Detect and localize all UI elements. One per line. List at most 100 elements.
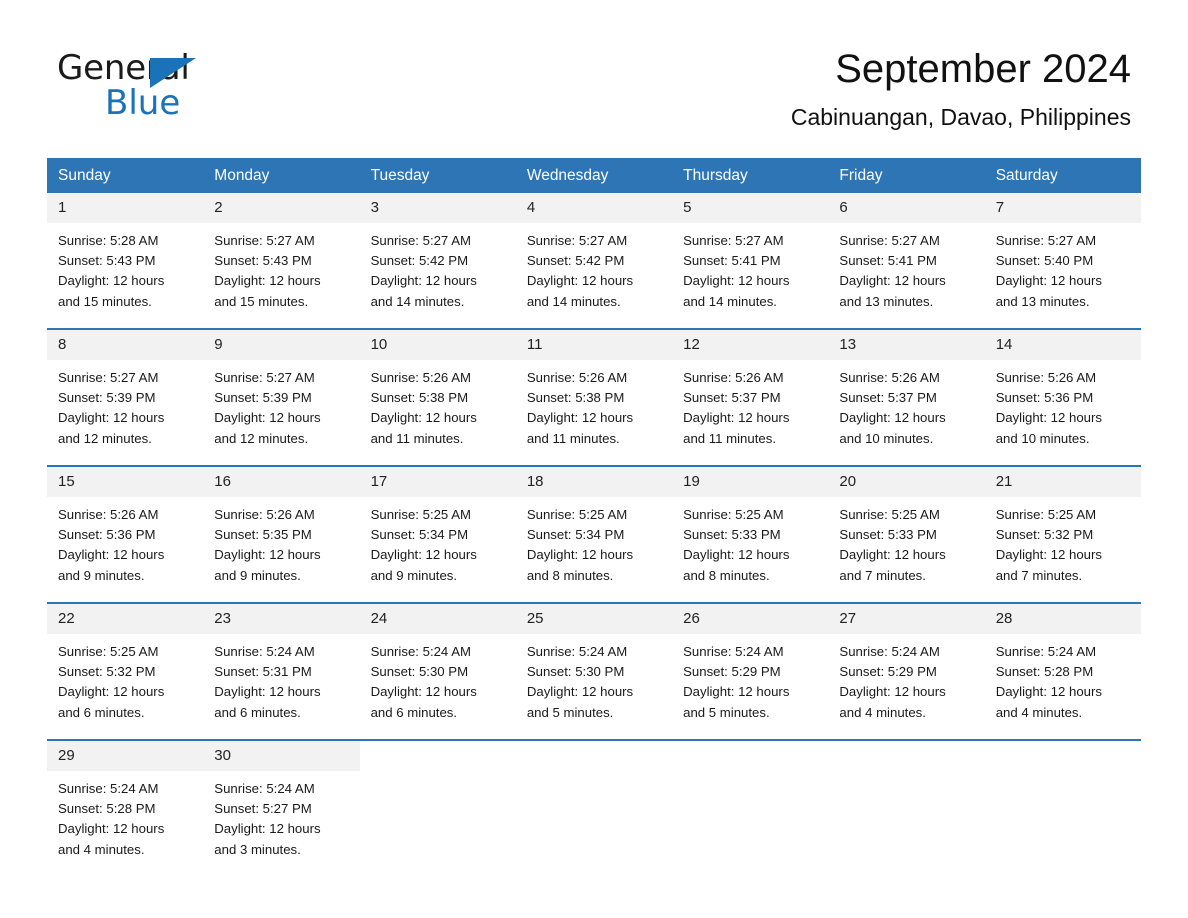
day-sun-info: Sunrise: 5:25 AM Sunset: 5:32 PM Daylight:…: [985, 497, 1141, 596]
day-number: 20: [828, 467, 985, 497]
day-number: 19: [672, 467, 829, 497]
sunrise-time: Sunrise: 5:27 AM: [995, 233, 1097, 248]
daylight-duration-line2: and 12 minutes.: [58, 430, 152, 446]
sunset-time: Sunset: 5:41 PM: [839, 253, 937, 269]
day-number: 1: [47, 193, 204, 223]
day-cell[interactable]: 23 Sunrise: 5:24 AM Sunset: 5:31 PM Dayligh…: [203, 604, 360, 739]
day-sun-info: Sunrise: 5:25 AM Sunset: 5:34 PM Daylight:…: [516, 497, 672, 596]
daylight-duration-line2: and 3 minutes.: [214, 841, 301, 857]
day-cell[interactable]: 18 Sunrise: 5:25 AM Sunset: 5:34 PM Dayligh…: [515, 467, 673, 602]
day-cell[interactable]: 10 Sunrise: 5:26 AM Sunset: 5:38 PM Dayligh…: [359, 330, 516, 465]
sunset-time: Sunset: 5:27 PM: [214, 801, 312, 817]
day-cell[interactable]: 21 Sunrise: 5:25 AM Sunset: 5:32 PM Dayligh…: [984, 467, 1141, 602]
sunset-time: Sunset: 5:42 PM: [370, 253, 469, 269]
daylight-duration-line1: Daylight: 12 hours: [839, 273, 946, 289]
sunrise-time: Sunrise: 5:27 AM: [526, 233, 628, 248]
day-cell[interactable]: 26 Sunrise: 5:24 AM Sunset: 5:29 PM Dayligh…: [672, 604, 829, 739]
day-cell[interactable]: 6 Sunrise: 5:27 AM Sunset: 5:41 PM Daylight…: [828, 193, 985, 328]
day-sun-info: Sunrise: 5:27 AM Sunset: 5:41 PM Daylight:…: [828, 223, 984, 322]
daylight-duration-line1: Daylight: 12 hours: [839, 410, 946, 426]
day-cell[interactable]: 11 Sunrise: 5:26 AM Sunset: 5:38 PM Dayligh…: [515, 330, 673, 465]
day-cell[interactable]: 16 Sunrise: 5:26 AM Sunset: 5:35 PM Dayligh…: [203, 467, 360, 602]
day-cell[interactable]: 28 Sunrise: 5:24 AM Sunset: 5:28 PM Dayligh…: [984, 604, 1141, 739]
sunset-time: Sunset: 5:30 PM: [370, 664, 469, 680]
calendar-grid: Sunday Monday Tuesday Wednesday Thursday…: [47, 158, 1141, 876]
day-cell[interactable]: 14 Sunrise: 5:26 AM Sunset: 5:36 PM Dayligh…: [984, 330, 1141, 465]
day-number: 17: [359, 467, 516, 497]
sunrise-time: Sunrise: 5:24 AM: [995, 644, 1097, 659]
sunrise-time: Sunrise: 5:24 AM: [214, 781, 315, 796]
daylight-duration-line2: and 13 minutes.: [995, 293, 1090, 309]
day-cell[interactable]: 5 Sunrise: 5:27 AM Sunset: 5:41 PM Daylight…: [672, 193, 829, 328]
day-cell[interactable]: 12 Sunrise: 5:26 AM Sunset: 5:37 PM Dayligh…: [672, 330, 829, 465]
day-cell[interactable]: 24 Sunrise: 5:24 AM Sunset: 5:30 PM Dayligh…: [359, 604, 516, 739]
day-cell[interactable]: 17 Sunrise: 5:25 AM Sunset: 5:34 PM Dayligh…: [359, 467, 516, 602]
sunset-time: Sunset: 5:38 PM: [526, 390, 625, 406]
day-number: 13: [828, 330, 985, 360]
day-sun-info: Sunrise: 5:26 AM Sunset: 5:36 PM Daylight:…: [985, 360, 1141, 459]
day-sun-info: Sunrise: 5:24 AM Sunset: 5:30 PM Daylight:…: [516, 634, 672, 733]
sunrise-time: Sunrise: 5:24 AM: [370, 644, 471, 659]
day-number: [828, 741, 985, 771]
sunrise-time: Sunrise: 5:25 AM: [58, 644, 159, 659]
day-number: 18: [515, 467, 673, 497]
weekday-header-row: Sunday Monday Tuesday Wednesday Thursday…: [47, 158, 1141, 193]
day-sun-info: Sunrise: 5:25 AM Sunset: 5:34 PM Daylight:…: [360, 497, 516, 596]
sunset-time: Sunset: 5:29 PM: [683, 664, 781, 680]
day-cell[interactable]: 22 Sunrise: 5:25 AM Sunset: 5:32 PM Dayligh…: [47, 604, 204, 739]
day-sun-info: Sunrise: 5:26 AM Sunset: 5:38 PM Daylight:…: [516, 360, 672, 459]
daylight-duration-line2: and 15 minutes.: [214, 293, 309, 309]
day-cell[interactable]: 15 Sunrise: 5:26 AM Sunset: 5:36 PM Dayligh…: [47, 467, 204, 602]
day-number: 25: [515, 604, 673, 634]
daylight-duration-line2: and 10 minutes.: [995, 430, 1090, 446]
weekday-header-wednesday: Wednesday: [526, 167, 609, 184]
calendar-page: General Blue September 2024 Cabinuangan,…: [0, 0, 1188, 918]
day-cell[interactable]: 25 Sunrise: 5:24 AM Sunset: 5:30 PM Dayligh…: [515, 604, 673, 739]
daylight-duration-line2: and 4 minutes.: [839, 704, 926, 720]
day-sun-info: Sunrise: 5:27 AM Sunset: 5:39 PM Daylight:…: [203, 360, 359, 459]
daylight-duration-line1: Daylight: 12 hours: [58, 547, 165, 563]
daylight-duration-line2: and 11 minutes.: [683, 430, 776, 446]
day-sun-info: Sunrise: 5:26 AM Sunset: 5:38 PM Daylight:…: [360, 360, 516, 459]
daylight-duration-line1: Daylight: 12 hours: [995, 273, 1102, 289]
weeks-container: 1 Sunrise: 5:28 AM Sunset: 5:43 PM Daylight…: [47, 193, 1141, 876]
daylight-duration-line2: and 7 minutes.: [995, 567, 1083, 583]
day-cell[interactable]: 29 Sunrise: 5:24 AM Sunset: 5:28 PM Dayligh…: [47, 741, 204, 876]
general-blue-logo[interactable]: General Blue: [57, 48, 357, 128]
day-cell[interactable]: 27 Sunrise: 5:24 AM Sunset: 5:29 PM Dayligh…: [828, 604, 985, 739]
day-cell[interactable]: 30 Sunrise: 5:24 AM Sunset: 5:27 PM Dayligh…: [203, 741, 360, 876]
daylight-duration-line2: and 14 minutes.: [683, 293, 777, 309]
sunrise-time: Sunrise: 5:26 AM: [370, 370, 471, 385]
day-cell[interactable]: 7 Sunrise: 5:27 AM Sunset: 5:40 PM Daylight…: [984, 193, 1141, 328]
day-sun-info: Sunrise: 5:24 AM Sunset: 5:30 PM Daylight:…: [360, 634, 516, 733]
sunrise-time: Sunrise: 5:25 AM: [683, 507, 784, 522]
day-cell[interactable]: 9 Sunrise: 5:27 AM Sunset: 5:39 PM Daylight…: [203, 330, 360, 465]
daylight-duration-line1: Daylight: 12 hours: [214, 684, 321, 700]
day-cell[interactable]: 13 Sunrise: 5:26 AM Sunset: 5:37 PM Dayligh…: [828, 330, 985, 465]
day-number: 23: [203, 604, 360, 634]
day-number: 6: [828, 193, 985, 223]
day-cell[interactable]: 8 Sunrise: 5:27 AM Sunset: 5:39 PM Daylight…: [47, 330, 204, 465]
daylight-duration-line1: Daylight: 12 hours: [526, 273, 634, 289]
daylight-duration-line2: and 6 minutes.: [214, 704, 301, 720]
day-sun-info: Sunrise: 5:26 AM Sunset: 5:35 PM Daylight:…: [203, 497, 359, 596]
daylight-duration-line1: Daylight: 12 hours: [214, 821, 321, 837]
day-cell[interactable]: 19 Sunrise: 5:25 AM Sunset: 5:33 PM Dayligh…: [672, 467, 829, 602]
sunrise-time: Sunrise: 5:24 AM: [214, 644, 315, 659]
title-block: September 2024 Cabinuangan, Davao, Phili…: [791, 44, 1131, 132]
day-cell[interactable]: 2 Sunrise: 5:27 AM Sunset: 5:43 PM Daylight…: [203, 193, 360, 328]
day-number: 21: [984, 467, 1141, 497]
day-number: [984, 741, 1141, 771]
sunset-time: Sunset: 5:32 PM: [995, 527, 1094, 543]
day-number: 8: [47, 330, 204, 360]
sunset-time: Sunset: 5:29 PM: [839, 664, 937, 680]
day-cell[interactable]: 3 Sunrise: 5:27 AM Sunset: 5:42 PM Daylight…: [359, 193, 516, 328]
day-cell[interactable]: 4 Sunrise: 5:27 AM Sunset: 5:42 PM Daylight…: [515, 193, 673, 328]
day-cell[interactable]: 1 Sunrise: 5:28 AM Sunset: 5:43 PM Daylight…: [47, 193, 204, 328]
daylight-duration-line1: Daylight: 12 hours: [214, 410, 321, 426]
day-number: 29: [47, 741, 204, 771]
day-sun-info: Sunrise: 5:25 AM Sunset: 5:33 PM Daylight:…: [672, 497, 828, 596]
daylight-duration-line2: and 6 minutes.: [370, 704, 458, 720]
day-cell[interactable]: 20 Sunrise: 5:25 AM Sunset: 5:33 PM Dayligh…: [828, 467, 985, 602]
day-sun-info: Sunrise: 5:27 AM Sunset: 5:42 PM Daylight:…: [516, 223, 672, 322]
